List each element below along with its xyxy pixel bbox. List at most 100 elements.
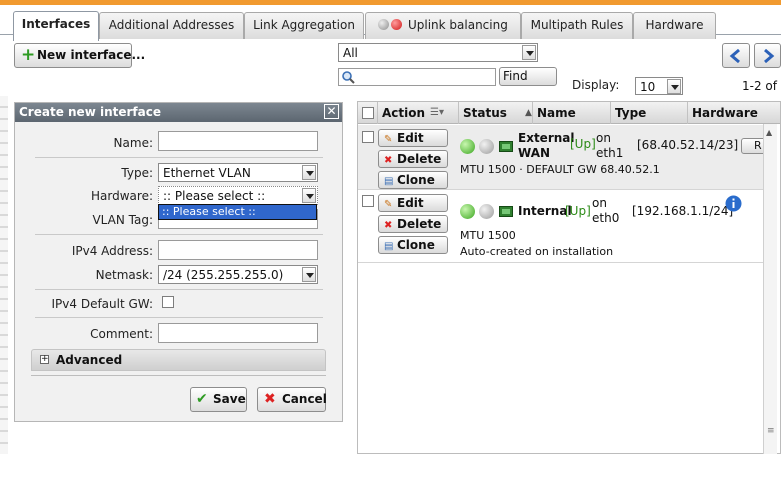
new-interface-button[interactable]: + New interface... — [14, 43, 145, 68]
create-interface-panel: Create new interface ✕ Name: Type: Ether… — [14, 102, 343, 422]
cancel-button[interactable]: ✖ Cancel — [257, 387, 327, 412]
close-icon[interactable]: ✕ — [324, 104, 339, 119]
tab-label: Multipath Rules — [530, 18, 624, 32]
column-type[interactable]: Type — [610, 102, 688, 124]
vlan-tag-label: VLAN Tag: — [92, 213, 153, 227]
cancel-label: Cancel — [282, 392, 327, 406]
save-label: Save — [213, 392, 246, 406]
column-label: Name — [537, 106, 576, 120]
tab-label: Additional Addresses — [108, 18, 235, 32]
clone-button[interactable]: ▤ Clone — [378, 236, 448, 254]
filter-select-value: All — [343, 46, 358, 60]
nic-icon — [499, 206, 513, 217]
row-checkbox[interactable] — [362, 131, 374, 143]
divider — [31, 375, 326, 376]
interface-name: Internal — [518, 204, 572, 218]
search-input[interactable] — [338, 68, 496, 86]
column-action[interactable]: Action ☰▾ — [377, 102, 459, 124]
grid-scrollbar[interactable]: ▲ ≡ — [763, 124, 777, 454]
interface-port: on eth0 — [592, 196, 620, 225]
interface-status: [Up] — [565, 204, 591, 218]
nic-icon — [499, 141, 513, 152]
new-interface-label: New interface... — [37, 48, 146, 62]
edit-label: Edit — [397, 131, 424, 145]
chevron-down-icon — [302, 165, 316, 180]
tab-interfaces[interactable]: Interfaces — [13, 11, 99, 41]
next-page-button[interactable] — [754, 43, 781, 68]
name-label: Name: — [113, 136, 153, 150]
close-symbol: ✕ — [326, 104, 337, 118]
panel-title: Create new interface — [19, 105, 161, 119]
ipv4-address-field[interactable] — [158, 240, 318, 260]
column-label: Status — [463, 106, 507, 120]
status-green-icon — [460, 139, 475, 154]
edit-button[interactable]: ✎ Edit — [378, 194, 448, 212]
default-gw-checkbox[interactable] — [162, 296, 174, 308]
tab-additional-addresses[interactable]: Additional Addresses — [99, 12, 244, 39]
table-row[interactable]: ✎ Edit ✖ Delete ▤ Clone External WAN [Up] o… — [358, 125, 771, 190]
delete-label: Delete — [397, 217, 442, 231]
column-hardware[interactable]: Hardware — [687, 102, 780, 124]
scroll-grip-icon: ≡ — [767, 426, 775, 436]
filter-select[interactable]: All — [338, 43, 538, 62]
netmask-select[interactable]: /24 (255.255.255.0) — [158, 265, 318, 284]
display-select[interactable]: 10 — [635, 77, 683, 95]
page-bottom — [0, 454, 781, 477]
clone-icon: ▤ — [384, 176, 394, 187]
display-label: Display: — [572, 78, 620, 92]
edit-button[interactable]: ✎ Edit — [378, 129, 448, 147]
left-scroll-edge — [0, 96, 8, 454]
column-status[interactable]: Status ▲ — [458, 102, 532, 124]
clone-label: Clone — [397, 238, 435, 252]
tab-hardware[interactable]: Hardware — [633, 12, 716, 39]
tab-label: Interfaces — [21, 17, 91, 31]
edit-icon: ✎ — [384, 199, 393, 210]
comment-field[interactable] — [158, 323, 318, 343]
ipv4-address-label: IPv4 Address: — [71, 244, 153, 258]
netmask-select-value: /24 (255.255.255.0) — [163, 268, 284, 282]
tab-label: Uplink balancing — [407, 18, 508, 32]
tab-multipath-rules[interactable]: Multipath Rules — [521, 12, 633, 39]
find-label: Find — [503, 69, 528, 83]
find-button[interactable]: Find — [499, 67, 557, 86]
divider — [35, 157, 323, 158]
row-action-label: R — [754, 139, 762, 152]
hardware-select-value: :: Please select :: — [163, 189, 266, 203]
delete-button[interactable]: ✖ Delete — [378, 150, 448, 168]
expand-icon: + — [40, 354, 49, 364]
hardware-select[interactable]: :: Please select :: — [158, 186, 318, 205]
delete-button[interactable]: ✖ Delete — [378, 215, 448, 233]
default-gw-label: IPv4 Default GW: — [51, 297, 154, 311]
status-red-icon — [391, 19, 403, 30]
search-icon — [342, 71, 355, 84]
tab-uplink-balancing[interactable]: Uplink balancing — [365, 12, 521, 39]
tab-label: Link Aggregation — [253, 18, 355, 32]
scroll-up-icon[interactable]: ▲ — [766, 128, 772, 137]
advanced-label: Advanced — [56, 353, 123, 367]
netmask-label: Netmask: — [95, 268, 153, 282]
prev-page-button[interactable] — [722, 43, 750, 68]
name-field[interactable] — [158, 131, 318, 151]
interface-detail: MTU 1500 · DEFAULT GW 68.40.52.1 — [460, 163, 660, 176]
sort-icon: ▲ — [525, 108, 532, 118]
tab-link-aggregation[interactable]: Link Aggregation — [244, 12, 364, 39]
select-all-checkbox[interactable] — [362, 107, 374, 119]
column-menu-icon[interactable]: ☰▾ — [430, 102, 444, 124]
interface-status: [Up] — [570, 137, 596, 151]
clone-label: Clone — [397, 173, 435, 187]
display-select-value: 10 — [640, 80, 656, 94]
table-row[interactable]: ✎ Edit ✖ Delete ▤ Clone Internal [Up] on et… — [358, 190, 768, 263]
save-button[interactable]: ✔ Save — [190, 387, 247, 412]
type-label: Type: — [121, 166, 153, 180]
hardware-dropdown-option[interactable]: :: Please select :: — [158, 204, 317, 220]
clone-icon: ▤ — [384, 241, 394, 252]
delete-label: Delete — [397, 152, 442, 166]
column-name[interactable]: Name — [532, 102, 610, 124]
info-icon[interactable] — [725, 195, 742, 212]
row-checkbox[interactable] — [362, 195, 374, 207]
divider — [35, 289, 323, 290]
clone-button[interactable]: ▤ Clone — [378, 171, 448, 189]
type-select[interactable]: Ethernet VLAN — [158, 163, 318, 182]
grid-header: Action ☰▾ Status ▲ Name Type Hardware — [358, 102, 780, 124]
advanced-section-toggle[interactable]: + Advanced — [31, 349, 326, 371]
